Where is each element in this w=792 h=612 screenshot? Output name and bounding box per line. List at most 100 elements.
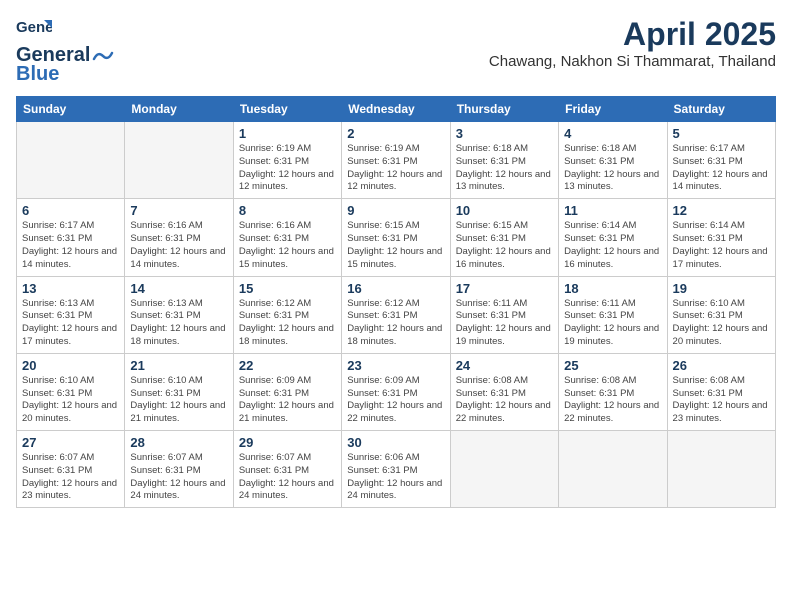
day-number: 26 — [673, 358, 770, 373]
calendar-cell: 3Sunrise: 6:18 AM Sunset: 6:31 PM Daylig… — [450, 122, 558, 199]
day-info: Sunrise: 6:12 AM Sunset: 6:31 PM Dayligh… — [239, 298, 336, 349]
day-info: Sunrise: 6:10 AM Sunset: 6:31 PM Dayligh… — [673, 298, 770, 349]
day-number: 29 — [239, 435, 336, 450]
calendar-week-row: 20 Sunrise: 6:10 AM Sunset: 6:31 PM Dayli… — [17, 353, 776, 430]
day-info: Sunrise: 6:12 AM Sunset: 6:31 PM Dayligh… — [347, 298, 444, 349]
calendar-cell — [17, 122, 125, 199]
calendar-cell: 19 Sunrise: 6:10 AM Sunset: 6:31 PM Dayli… — [667, 276, 775, 353]
calendar-cell: 15 Sunrise: 6:12 AM Sunset: 6:31 PM Dayli… — [233, 276, 341, 353]
calendar-week-row: 13 Sunrise: 6:13 AM Sunset: 6:31 PM Dayli… — [17, 276, 776, 353]
day-info: Sunrise: 6:17 AM Sunset: 6:31 PM Dayligh… — [673, 143, 770, 194]
calendar-cell: 28 Sunrise: 6:07 AM Sunset: 6:31 PM Dayli… — [125, 431, 233, 508]
calendar-cell: 23 Sunrise: 6:09 AM Sunset: 6:31 PM Dayli… — [342, 353, 450, 430]
day-info: Sunrise: 6:07 AM Sunset: 6:31 PM Dayligh… — [130, 452, 227, 503]
calendar-cell: 11Sunrise: 6:14 AM Sunset: 6:31 PM Dayli… — [559, 199, 667, 276]
calendar-cell: 16 Sunrise: 6:12 AM Sunset: 6:31 PM Dayli… — [342, 276, 450, 353]
weekday-header: Monday — [125, 97, 233, 122]
day-info: Sunrise: 6:16 AM Sunset: 6:31 PM Dayligh… — [239, 220, 336, 271]
page-header: General General Blue April 2025 Chawang,… — [16, 16, 776, 86]
day-number: 12 — [673, 203, 770, 218]
day-info: Sunrise: 6:19 AM Sunset: 6:31 PM Dayligh… — [347, 143, 444, 194]
calendar-week-row: 6 Sunrise: 6:17 AM Sunset: 6:31 PM Daylig… — [17, 199, 776, 276]
day-number: 7 — [130, 203, 227, 218]
day-info: Sunrise: 6:06 AM Sunset: 6:31 PM Dayligh… — [347, 452, 444, 503]
weekday-header: Tuesday — [233, 97, 341, 122]
day-info: Sunrise: 6:13 AM Sunset: 6:31 PM Dayligh… — [22, 298, 119, 349]
day-number: 2 — [347, 126, 444, 141]
weekday-header: Friday — [559, 97, 667, 122]
calendar-cell: 30 Sunrise: 6:06 AM Sunset: 6:31 PM Dayli… — [342, 431, 450, 508]
calendar-header-row: SundayMondayTuesdayWednesdayThursdayFrid… — [17, 97, 776, 122]
calendar-cell: 24Sunrise: 6:08 AM Sunset: 6:31 PM Dayli… — [450, 353, 558, 430]
day-number: 19 — [673, 281, 770, 296]
day-number: 21 — [130, 358, 227, 373]
calendar-cell: 9Sunrise: 6:15 AM Sunset: 6:31 PM Daylig… — [342, 199, 450, 276]
weekday-header: Wednesday — [342, 97, 450, 122]
calendar-cell — [125, 122, 233, 199]
day-number: 17 — [456, 281, 553, 296]
day-info: Sunrise: 6:07 AM Sunset: 6:31 PM Dayligh… — [22, 452, 119, 503]
calendar-cell: 2 Sunrise: 6:19 AM Sunset: 6:31 PM Daylig… — [342, 122, 450, 199]
calendar-cell: 20 Sunrise: 6:10 AM Sunset: 6:31 PM Dayli… — [17, 353, 125, 430]
calendar-cell: 22Sunrise: 6:09 AM Sunset: 6:31 PM Dayli… — [233, 353, 341, 430]
calendar-week-row: 1 Sunrise: 6:19 AM Sunset: 6:31 PM Daylig… — [17, 122, 776, 199]
day-number: 16 — [347, 281, 444, 296]
logo: General General Blue — [16, 16, 116, 86]
day-number: 14 — [130, 281, 227, 296]
day-info: Sunrise: 6:17 AM Sunset: 6:31 PM Dayligh… — [22, 220, 119, 271]
calendar-cell: 14Sunrise: 6:13 AM Sunset: 6:31 PM Dayli… — [125, 276, 233, 353]
day-number: 9 — [347, 203, 444, 218]
day-number: 3 — [456, 126, 553, 141]
day-info: Sunrise: 6:09 AM Sunset: 6:31 PM Dayligh… — [347, 375, 444, 426]
day-number: 8 — [239, 203, 336, 218]
calendar-cell: 7Sunrise: 6:16 AM Sunset: 6:31 PM Daylig… — [125, 199, 233, 276]
calendar-cell: 27Sunrise: 6:07 AM Sunset: 6:31 PM Dayli… — [17, 431, 125, 508]
calendar-cell: 4Sunrise: 6:18 AM Sunset: 6:31 PM Daylig… — [559, 122, 667, 199]
calendar-cell — [450, 431, 558, 508]
day-info: Sunrise: 6:18 AM Sunset: 6:31 PM Dayligh… — [564, 143, 661, 194]
calendar-cell: 29Sunrise: 6:07 AM Sunset: 6:31 PM Dayli… — [233, 431, 341, 508]
day-number: 28 — [130, 435, 227, 450]
logo-icon: General — [16, 16, 52, 46]
weekday-header: Thursday — [450, 97, 558, 122]
calendar-cell — [559, 431, 667, 508]
logo-wave-icon — [92, 49, 114, 63]
logo-blue: Blue — [16, 63, 59, 86]
day-info: Sunrise: 6:15 AM Sunset: 6:31 PM Dayligh… — [456, 220, 553, 271]
day-info: Sunrise: 6:11 AM Sunset: 6:31 PM Dayligh… — [456, 298, 553, 349]
day-number: 10 — [456, 203, 553, 218]
calendar-cell — [667, 431, 775, 508]
calendar-cell: 12 Sunrise: 6:14 AM Sunset: 6:31 PM Dayli… — [667, 199, 775, 276]
day-number: 20 — [22, 358, 119, 373]
day-number: 18 — [564, 281, 661, 296]
day-number: 1 — [239, 126, 336, 141]
weekday-header: Sunday — [17, 97, 125, 122]
day-number: 5 — [673, 126, 770, 141]
calendar-cell: 5 Sunrise: 6:17 AM Sunset: 6:31 PM Daylig… — [667, 122, 775, 199]
day-number: 6 — [22, 203, 119, 218]
weekday-header: Saturday — [667, 97, 775, 122]
day-info: Sunrise: 6:08 AM Sunset: 6:31 PM Dayligh… — [564, 375, 661, 426]
calendar-cell: 1 Sunrise: 6:19 AM Sunset: 6:31 PM Daylig… — [233, 122, 341, 199]
day-number: 13 — [22, 281, 119, 296]
day-number: 23 — [347, 358, 444, 373]
location-title: Chawang, Nakhon Si Thammarat, Thailand — [489, 53, 776, 70]
day-info: Sunrise: 6:10 AM Sunset: 6:31 PM Dayligh… — [22, 375, 119, 426]
day-info: Sunrise: 6:08 AM Sunset: 6:31 PM Dayligh… — [673, 375, 770, 426]
day-number: 25 — [564, 358, 661, 373]
calendar-cell: 21Sunrise: 6:10 AM Sunset: 6:31 PM Dayli… — [125, 353, 233, 430]
day-info: Sunrise: 6:08 AM Sunset: 6:31 PM Dayligh… — [456, 375, 553, 426]
calendar-cell: 8 Sunrise: 6:16 AM Sunset: 6:31 PM Daylig… — [233, 199, 341, 276]
day-number: 15 — [239, 281, 336, 296]
calendar-cell: 10 Sunrise: 6:15 AM Sunset: 6:31 PM Dayli… — [450, 199, 558, 276]
calendar-cell: 25 Sunrise: 6:08 AM Sunset: 6:31 PM Dayli… — [559, 353, 667, 430]
calendar-cell: 26 Sunrise: 6:08 AM Sunset: 6:31 PM Dayli… — [667, 353, 775, 430]
day-info: Sunrise: 6:11 AM Sunset: 6:31 PM Dayligh… — [564, 298, 661, 349]
calendar-cell: 17 Sunrise: 6:11 AM Sunset: 6:31 PM Dayli… — [450, 276, 558, 353]
day-number: 30 — [347, 435, 444, 450]
month-title: April 2025 — [489, 16, 776, 53]
calendar-cell: 6 Sunrise: 6:17 AM Sunset: 6:31 PM Daylig… — [17, 199, 125, 276]
day-number: 11 — [564, 203, 661, 218]
day-info: Sunrise: 6:19 AM Sunset: 6:31 PM Dayligh… — [239, 143, 336, 194]
day-info: Sunrise: 6:14 AM Sunset: 6:31 PM Dayligh… — [673, 220, 770, 271]
